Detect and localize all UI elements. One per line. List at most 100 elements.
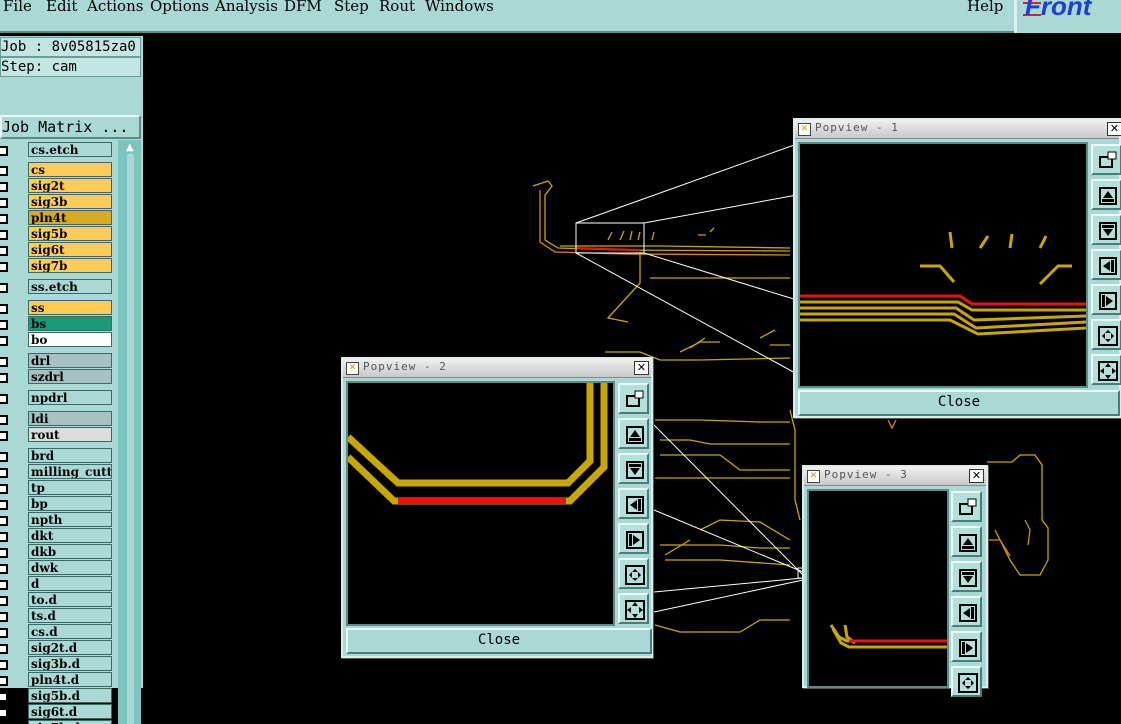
layer-row-cs-d[interactable]: cs.d	[0, 624, 114, 640]
zoom-out-button[interactable]	[618, 593, 649, 624]
layer-checkbox[interactable]	[0, 431, 8, 441]
layer-row-npth[interactable]: npth	[0, 512, 114, 528]
pan-right-button[interactable]	[951, 631, 982, 662]
popview-2-close-button[interactable]: Close	[346, 628, 652, 654]
layer-name[interactable]: pln4t.d	[28, 672, 112, 687]
pan-left-button[interactable]	[951, 596, 982, 627]
layer-checkbox[interactable]	[0, 548, 8, 558]
zoom-out-button[interactable]	[1091, 354, 1121, 385]
layer-row-d[interactable]: d	[0, 576, 114, 592]
layer-scrollbar[interactable]: ▲	[118, 140, 141, 724]
layer-checkbox[interactable]	[0, 628, 8, 638]
layer-name[interactable]: milling_cutt	[28, 464, 112, 479]
layer-checkbox[interactable]	[0, 500, 8, 510]
layer-checkbox[interactable]	[0, 692, 8, 702]
layer-checkbox[interactable]	[0, 262, 8, 272]
layer-name[interactable]: sig5b	[28, 226, 112, 241]
layer-checkbox[interactable]	[0, 660, 8, 670]
layer-row-bo[interactable]: bo	[0, 332, 114, 348]
layer-checkbox[interactable]	[0, 246, 8, 256]
pan-down-button[interactable]	[1091, 214, 1121, 245]
layer-name[interactable]: bp	[28, 496, 112, 511]
pan-up-button[interactable]	[618, 418, 649, 449]
layer-checkbox[interactable]	[0, 452, 8, 462]
layer-checkbox[interactable]	[0, 394, 8, 404]
layer-checkbox[interactable]	[0, 357, 8, 367]
menu-windows[interactable]: Windows	[425, 0, 494, 15]
zoom-home-button[interactable]	[618, 383, 649, 414]
layer-checkbox[interactable]	[0, 676, 8, 686]
layer-checkbox[interactable]	[0, 612, 8, 622]
layer-row-pln4t-d[interactable]: pln4t.d	[0, 672, 114, 688]
layer-row-bs[interactable]: bs	[0, 316, 114, 332]
layer-row-sig3b[interactable]: sig3b	[0, 194, 114, 210]
popview-3-close-icon[interactable]: ✕	[969, 469, 984, 483]
layer-row-sig6t[interactable]: sig6t	[0, 242, 114, 258]
layer-row-sig5b[interactable]: sig5b	[0, 226, 114, 242]
menu-help[interactable]: Help	[967, 0, 1003, 15]
layer-row-dwk[interactable]: dwk	[0, 560, 114, 576]
menu-step[interactable]: Step	[334, 0, 369, 15]
zoom-home-button[interactable]	[1091, 144, 1121, 175]
layer-row-sig5b-d[interactable]: sig5b.d	[0, 688, 114, 704]
popview-3-titlebar[interactable]: ✕ Popview - 3 ✕	[804, 467, 986, 486]
layer-name[interactable]: drl	[28, 353, 112, 368]
layer-row-bp[interactable]: bp	[0, 496, 114, 512]
popview-3-view[interactable]	[807, 489, 949, 688]
pan-down-button[interactable]	[951, 561, 982, 592]
menu-options[interactable]: Options	[150, 0, 209, 15]
menu-actions[interactable]: Actions	[87, 0, 143, 15]
scroll-up-icon[interactable]: ▲	[126, 142, 134, 153]
layer-row-pln4t[interactable]: pln4t	[0, 210, 114, 226]
zoom-in-button[interactable]	[618, 558, 649, 589]
menu-analysis[interactable]: Analysis	[215, 0, 278, 15]
layer-row-sig6t-d[interactable]: sig6t.d	[0, 704, 114, 720]
layer-name[interactable]: cs.d	[28, 624, 112, 639]
layer-checkbox[interactable]	[0, 415, 8, 425]
layer-checkbox[interactable]	[0, 146, 8, 156]
layer-row-cs[interactable]: cs	[0, 162, 114, 178]
layer-row-milling-cutt[interactable]: milling_cutt	[0, 464, 114, 480]
layer-name[interactable]: sig3b.d	[28, 656, 112, 671]
popview-1-close-button[interactable]: Close	[798, 390, 1120, 416]
layer-name[interactable]: pln4t	[28, 210, 112, 225]
pan-up-button[interactable]	[1091, 179, 1121, 210]
layer-checkbox[interactable]	[0, 468, 8, 478]
pan-left-button[interactable]	[618, 488, 649, 519]
scrollbar-track[interactable]	[127, 154, 134, 724]
layer-name[interactable]: d	[28, 576, 112, 591]
layer-row-ldi[interactable]: ldi	[0, 411, 114, 427]
layer-name[interactable]: sig6t	[28, 242, 112, 257]
layer-checkbox[interactable]	[0, 532, 8, 542]
popview-2-close-icon[interactable]: ✕	[634, 361, 649, 375]
layer-name[interactable]: sig6t.d	[28, 704, 112, 719]
layer-name[interactable]: sig7b.d	[28, 720, 112, 724]
layer-name[interactable]: ldi	[28, 411, 112, 426]
menu-dfm[interactable]: DFM	[284, 0, 322, 15]
menu-edit[interactable]: Edit	[46, 0, 77, 15]
layer-name[interactable]: tp	[28, 480, 112, 495]
popview-1-titlebar[interactable]: ✕ Popview - 1 ✕	[795, 120, 1121, 139]
layer-name[interactable]: sig5b.d	[28, 688, 112, 703]
layer-name[interactable]: dkb	[28, 544, 112, 559]
layer-row-sig7b[interactable]: sig7b	[0, 258, 114, 274]
layer-name[interactable]: cs.etch	[28, 142, 112, 157]
zoom-home-button[interactable]	[951, 491, 982, 522]
layer-checkbox[interactable]	[0, 564, 8, 574]
layer-row-sig7b-d[interactable]: sig7b.d	[0, 720, 114, 724]
layer-name[interactable]: ts.d	[28, 608, 112, 623]
layer-name[interactable]: brd	[28, 448, 112, 463]
layer-name[interactable]: npth	[28, 512, 112, 527]
layer-row-dkb[interactable]: dkb	[0, 544, 114, 560]
layer-name[interactable]: ss	[28, 300, 112, 315]
layer-checkbox[interactable]	[0, 373, 8, 383]
layer-row-szdrl[interactable]: szdrl	[0, 369, 114, 385]
layer-name[interactable]: bo	[28, 332, 112, 347]
layer-row-ss-etch[interactable]: ss.etch	[0, 279, 114, 295]
popview-2-titlebar[interactable]: ✕ Popview - 2 ✕	[343, 359, 651, 378]
layer-name[interactable]: sig7b	[28, 258, 112, 273]
layer-checkbox[interactable]	[0, 283, 8, 293]
popview-1-view[interactable]	[798, 142, 1088, 388]
layer-name[interactable]: dkt	[28, 528, 112, 543]
layer-name[interactable]: dwk	[28, 560, 112, 575]
